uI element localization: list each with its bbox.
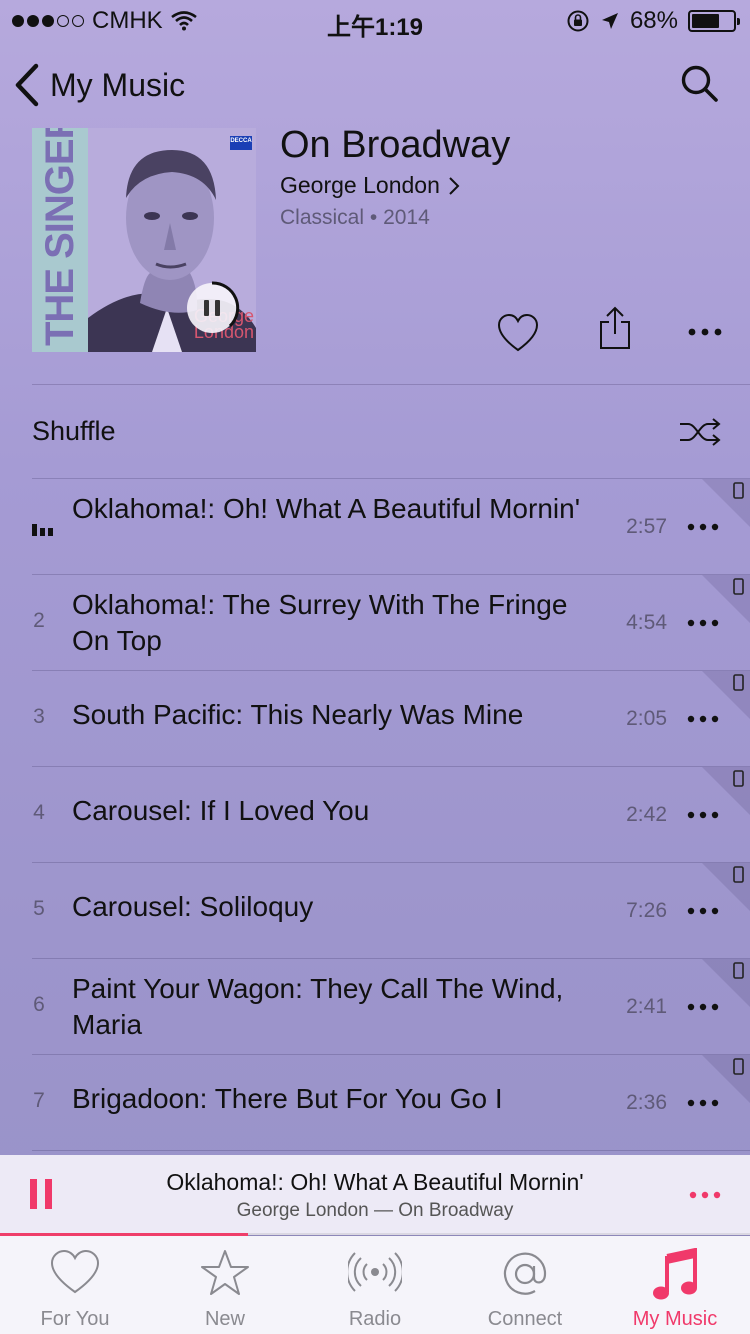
artist-name: George London: [280, 172, 440, 198]
track-duration: 2:36: [626, 1091, 667, 1114]
downloaded-on-device-icon: [702, 479, 750, 527]
now-playing-indicator-icon: [32, 524, 53, 536]
tab-label: Connect: [487, 1308, 563, 1330]
tab-my-music[interactable]: My Music: [600, 1236, 750, 1334]
cover-title-text: THE SINGERS: [38, 128, 82, 346]
star-icon: [201, 1250, 249, 1295]
chevron-left-icon: [15, 63, 39, 107]
share-icon: [600, 306, 630, 349]
tab-label: Radio: [348, 1308, 402, 1330]
chevron-right-icon: [449, 176, 460, 195]
music-note-icon: [653, 1248, 697, 1300]
shuffle-button[interactable]: Shuffle: [32, 386, 722, 478]
track-title: Paint Your Wagon: They Call The Wind, Ma…: [72, 973, 564, 1040]
album-meta: Classical • 2014: [280, 206, 430, 229]
track-number: 6: [33, 993, 45, 1016]
heart-icon: [497, 313, 539, 352]
track-number: 2: [33, 609, 45, 632]
status-bar: CMHK 上午1:19 68%: [0, 0, 750, 41]
search-icon: [681, 65, 718, 102]
track-duration: 2:42: [626, 803, 667, 826]
track-title: Oklahoma!: The Surrey With The Fringe On…: [72, 589, 568, 656]
track-title: Carousel: Soliloquy: [72, 891, 314, 922]
album-title: On Broadway: [280, 124, 511, 166]
album-year: 2014: [383, 206, 430, 229]
share-button[interactable]: [597, 306, 633, 350]
back-button[interactable]: My Music: [14, 60, 185, 110]
tab-radio[interactable]: Radio: [300, 1236, 450, 1334]
radio-icon: [348, 1252, 402, 1292]
mini-player-more-icon[interactable]: [688, 1183, 722, 1207]
track-duration: 2:41: [626, 995, 667, 1018]
artist-link[interactable]: George London: [280, 172, 460, 199]
downloaded-on-device-icon: [702, 767, 750, 815]
at-icon: [503, 1252, 547, 1295]
album-more-button[interactable]: [686, 320, 724, 344]
track-row[interactable]: 4 Carousel: If I Loved You 2:42: [32, 767, 750, 863]
back-label: My Music: [50, 66, 186, 103]
downloaded-on-device-icon: [702, 959, 750, 1007]
track-duration: 2:05: [626, 707, 667, 730]
downloaded-on-device-icon: [702, 671, 750, 719]
track-duration: 7:26: [626, 899, 667, 922]
search-button[interactable]: [678, 62, 722, 106]
track-title: South Pacific: This Nearly Was Mine: [72, 699, 524, 730]
track-title: Carousel: If I Loved You: [72, 795, 370, 826]
track-row[interactable]: 3 South Pacific: This Nearly Was Mine 2:05: [32, 671, 750, 767]
mini-player-subtitle: George London — On Broadway: [236, 1200, 514, 1221]
divider: [32, 1150, 750, 1151]
tab-label: My Music: [632, 1308, 718, 1330]
downloaded-on-device-icon: [702, 575, 750, 623]
heart-icon: [50, 1249, 100, 1294]
tab-for-you[interactable]: For You: [0, 1236, 150, 1334]
track-title: Oklahoma!: Oh! What A Beautiful Mornin': [72, 493, 581, 524]
track-row[interactable]: 6 Paint Your Wagon: They Call The Wind, M…: [32, 959, 750, 1055]
album-genre: Classical: [280, 206, 365, 229]
track-number: 7: [33, 1089, 45, 1112]
mini-player-song-title: Oklahoma!: Oh! What A Beautiful Mornin': [166, 1169, 584, 1195]
mini-player[interactable]: Oklahoma!: Oh! What A Beautiful Mornin' …: [0, 1155, 750, 1235]
tab-label: For You: [40, 1308, 110, 1330]
location-arrow-icon: [601, 13, 618, 29]
tab-new[interactable]: New: [150, 1236, 300, 1334]
track-number: 3: [33, 705, 45, 728]
track-number: 5: [33, 897, 45, 920]
track-row[interactable]: 7 Brigadoon: There But For You Go I 2:36: [32, 1055, 750, 1151]
downloaded-on-device-icon: [702, 1055, 750, 1103]
track-row[interactable]: Oklahoma!: Oh! What A Beautiful Mornin' 2…: [32, 479, 750, 575]
more-icon: [688, 328, 722, 336]
tab-connect[interactable]: Connect: [450, 1236, 600, 1334]
tab-bar: For You New Radio Connect My Music: [0, 1236, 750, 1334]
track-duration: 2:57: [626, 515, 667, 538]
battery-percentage: 68%: [629, 7, 678, 34]
love-button[interactable]: [496, 312, 540, 354]
shuffle-label: Shuffle: [32, 416, 116, 446]
cover-label: DECCA: [230, 138, 252, 144]
rotation-lock-icon: [567, 10, 589, 32]
shuffle-icon: [680, 418, 721, 446]
tab-label: New: [204, 1308, 245, 1330]
divider: [32, 384, 750, 385]
track-duration: 4:54: [626, 611, 667, 634]
track-row[interactable]: 2 Oklahoma!: The Surrey With The Fringe O…: [32, 575, 750, 671]
track-title: Brigadoon: There But For You Go I: [72, 1083, 503, 1114]
battery-icon: [688, 10, 740, 32]
track-row[interactable]: 5 Carousel: Soliloquy 7:26: [32, 863, 750, 959]
track-number: 4: [33, 801, 45, 824]
album-pause-button[interactable]: [184, 280, 240, 336]
downloaded-on-device-icon: [702, 863, 750, 911]
